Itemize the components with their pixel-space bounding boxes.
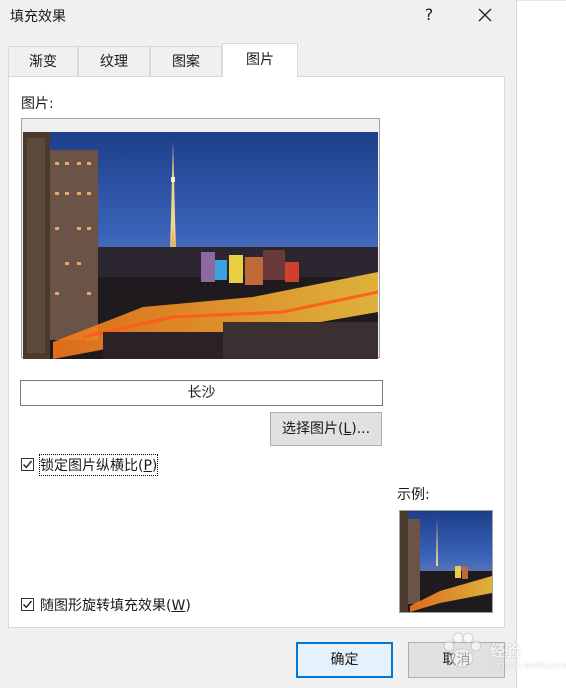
checkmark-icon xyxy=(23,460,33,469)
checkmark-icon xyxy=(23,600,33,609)
tab-pattern[interactable]: 图案 xyxy=(150,46,222,76)
sample-label: 示例: xyxy=(397,487,430,503)
lock-aspect-label[interactable]: 锁定图片纵横比(P) xyxy=(38,454,159,476)
picture-preview-frame xyxy=(21,118,380,359)
background-window-edge xyxy=(516,0,566,688)
picture-section-label: 图片: xyxy=(21,96,54,112)
picture-tab-panel: 图片: 长沙 选择图片(L)... 锁定图片纵横比(P) 示例: 随图形旋转填充… xyxy=(8,76,505,628)
select-picture-button[interactable]: 选择图片(L)... xyxy=(270,412,382,446)
dialog-title: 填充效果 xyxy=(10,9,66,25)
lock-aspect-accesskey: P xyxy=(143,458,152,474)
tab-picture[interactable]: 图片 xyxy=(222,43,298,77)
rotate-with-shape-label-suffix: ) xyxy=(185,598,191,614)
rotate-with-shape-label-text: 随图形旋转填充效果( xyxy=(40,598,172,614)
lock-aspect-checkbox[interactable] xyxy=(21,458,34,471)
tab-texture[interactable]: 纹理 xyxy=(78,46,150,76)
rotate-with-shape-accesskey: W xyxy=(171,598,186,614)
tab-gradient[interactable]: 渐变 xyxy=(8,46,78,76)
picture-name-field: 长沙 xyxy=(20,380,383,406)
sample-preview xyxy=(399,510,493,613)
picture-preview-image xyxy=(23,132,378,359)
select-picture-label-prefix: 选择图片( xyxy=(281,421,344,437)
help-button[interactable]: ? xyxy=(406,0,452,30)
lock-aspect-label-suffix: ) xyxy=(151,458,158,474)
close-button[interactable] xyxy=(462,0,508,30)
rotate-with-shape-checkbox[interactable] xyxy=(21,598,34,611)
sample-preview-image xyxy=(400,511,492,612)
select-picture-label-suffix: )... xyxy=(351,421,371,437)
lock-aspect-label-text: 锁定图片纵横比( xyxy=(40,458,144,474)
rotate-with-shape-label[interactable]: 随图形旋转填充效果(W) xyxy=(40,595,191,615)
fill-effects-dialog: 填充效果 ? 渐变 纹理 图案 图片 图片: 长沙 选择图片(L)... 锁定图… xyxy=(0,0,516,688)
cancel-button[interactable]: 取消 xyxy=(408,642,505,678)
close-icon xyxy=(478,8,492,22)
ok-button[interactable]: 确定 xyxy=(296,642,393,678)
